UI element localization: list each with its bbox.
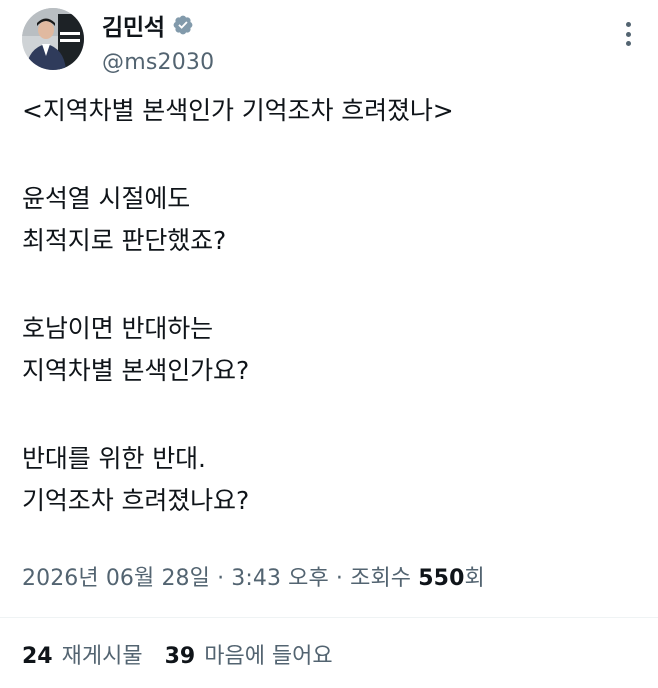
views-count: 550 bbox=[418, 566, 465, 591]
name-row: 김민석 bbox=[102, 8, 214, 42]
tweet-header: 김민석 @ms2030 bbox=[22, 8, 214, 75]
tweet-line: 윤석열 시절에도 bbox=[22, 184, 191, 213]
views-label: 조회수 bbox=[350, 566, 412, 591]
tweet-date[interactable]: 2026년 06월 28일 bbox=[22, 566, 210, 591]
tweet-line: 반대를 위한 반대. bbox=[22, 444, 206, 473]
tweet-line: <지역차별 본색인가 기억조차 흐려졌나> bbox=[22, 96, 454, 125]
reposts-count: 24 bbox=[22, 644, 53, 669]
tweet-card: 김민석 @ms2030 <지역차별 본색인가 기억조차 흐려졌나> 윤석열 시절… bbox=[0, 0, 658, 688]
meta-separator: · bbox=[328, 566, 351, 591]
avatar-photo bbox=[22, 8, 84, 70]
divider bbox=[0, 617, 658, 618]
avatar[interactable] bbox=[22, 8, 84, 70]
verified-badge-icon bbox=[172, 14, 194, 36]
views-suffix: 회 bbox=[464, 566, 485, 591]
display-name[interactable]: 김민석 bbox=[102, 8, 165, 42]
tweet-line: 최적지로 판단했죠? bbox=[22, 226, 227, 255]
tweet-line: 지역차별 본색인가요? bbox=[22, 356, 250, 385]
author-info: 김민석 @ms2030 bbox=[102, 10, 214, 75]
author-handle[interactable]: @ms2030 bbox=[102, 50, 214, 75]
meta-separator: · bbox=[209, 566, 232, 591]
likes-label: 마음에 들어요 bbox=[204, 644, 333, 669]
reposts-stat[interactable]: 24 재게시물 bbox=[22, 638, 143, 670]
tweet-line: 호남이면 반대하는 bbox=[22, 314, 214, 343]
tweet-time[interactable]: 3:43 오후 bbox=[231, 566, 329, 591]
more-options-icon[interactable] bbox=[624, 22, 632, 46]
engagement-stats: 24 재게시물 39 마음에 들어요 bbox=[22, 638, 333, 670]
tweet-line: 기억조차 흐려졌나요? bbox=[22, 486, 250, 515]
likes-stat[interactable]: 39 마음에 들어요 bbox=[165, 638, 333, 670]
tweet-text: <지역차별 본색인가 기억조차 흐려졌나> 윤석열 시절에도 최적지로 판단했죠… bbox=[22, 90, 642, 522]
tweet-meta: 2026년 06월 28일 · 3:43 오후 · 조회수 550회 bbox=[22, 560, 485, 592]
likes-count: 39 bbox=[164, 644, 196, 669]
reposts-label: 재게시물 bbox=[61, 644, 143, 669]
